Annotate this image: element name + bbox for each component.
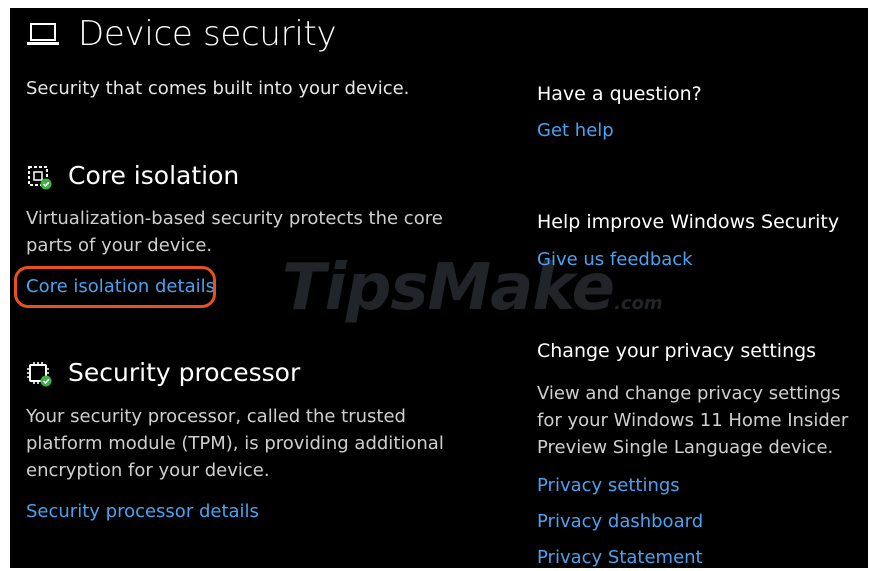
privacy-description: View and change privacy settings for you… [537, 383, 849, 458]
page-subtitle: Security that comes built into your devi… [26, 78, 410, 99]
security-processor-description: Your security processor, called the trus… [26, 406, 444, 481]
get-help-link[interactable]: Get help [537, 120, 614, 141]
processor-chip-icon [27, 362, 52, 387]
page-title: Device security [78, 14, 337, 54]
watermark-suffix: .com [614, 293, 663, 314]
core-isolation-description: Virtualization-based security protects t… [26, 208, 443, 256]
privacy-settings-link[interactable]: Privacy settings [537, 475, 680, 496]
privacy-statement-link[interactable]: Privacy Statement [537, 547, 703, 568]
core-isolation-chip-icon [28, 166, 52, 190]
laptop-icon [27, 23, 59, 45]
device-security-page: Device security Security that comes buil… [10, 8, 868, 568]
give-feedback-link[interactable]: Give us feedback [537, 249, 693, 270]
core-isolation-heading: Core isolation [68, 161, 240, 190]
highlight-annotation [14, 266, 216, 308]
have-question-heading: Have a question? [537, 83, 702, 105]
security-processor-details-link[interactable]: Security processor details [26, 501, 259, 522]
privacy-settings-heading: Change your privacy settings [537, 340, 817, 362]
privacy-dashboard-link[interactable]: Privacy dashboard [537, 511, 703, 532]
help-improve-heading: Help improve Windows Security [537, 211, 840, 233]
security-processor-heading: Security processor [68, 358, 301, 387]
